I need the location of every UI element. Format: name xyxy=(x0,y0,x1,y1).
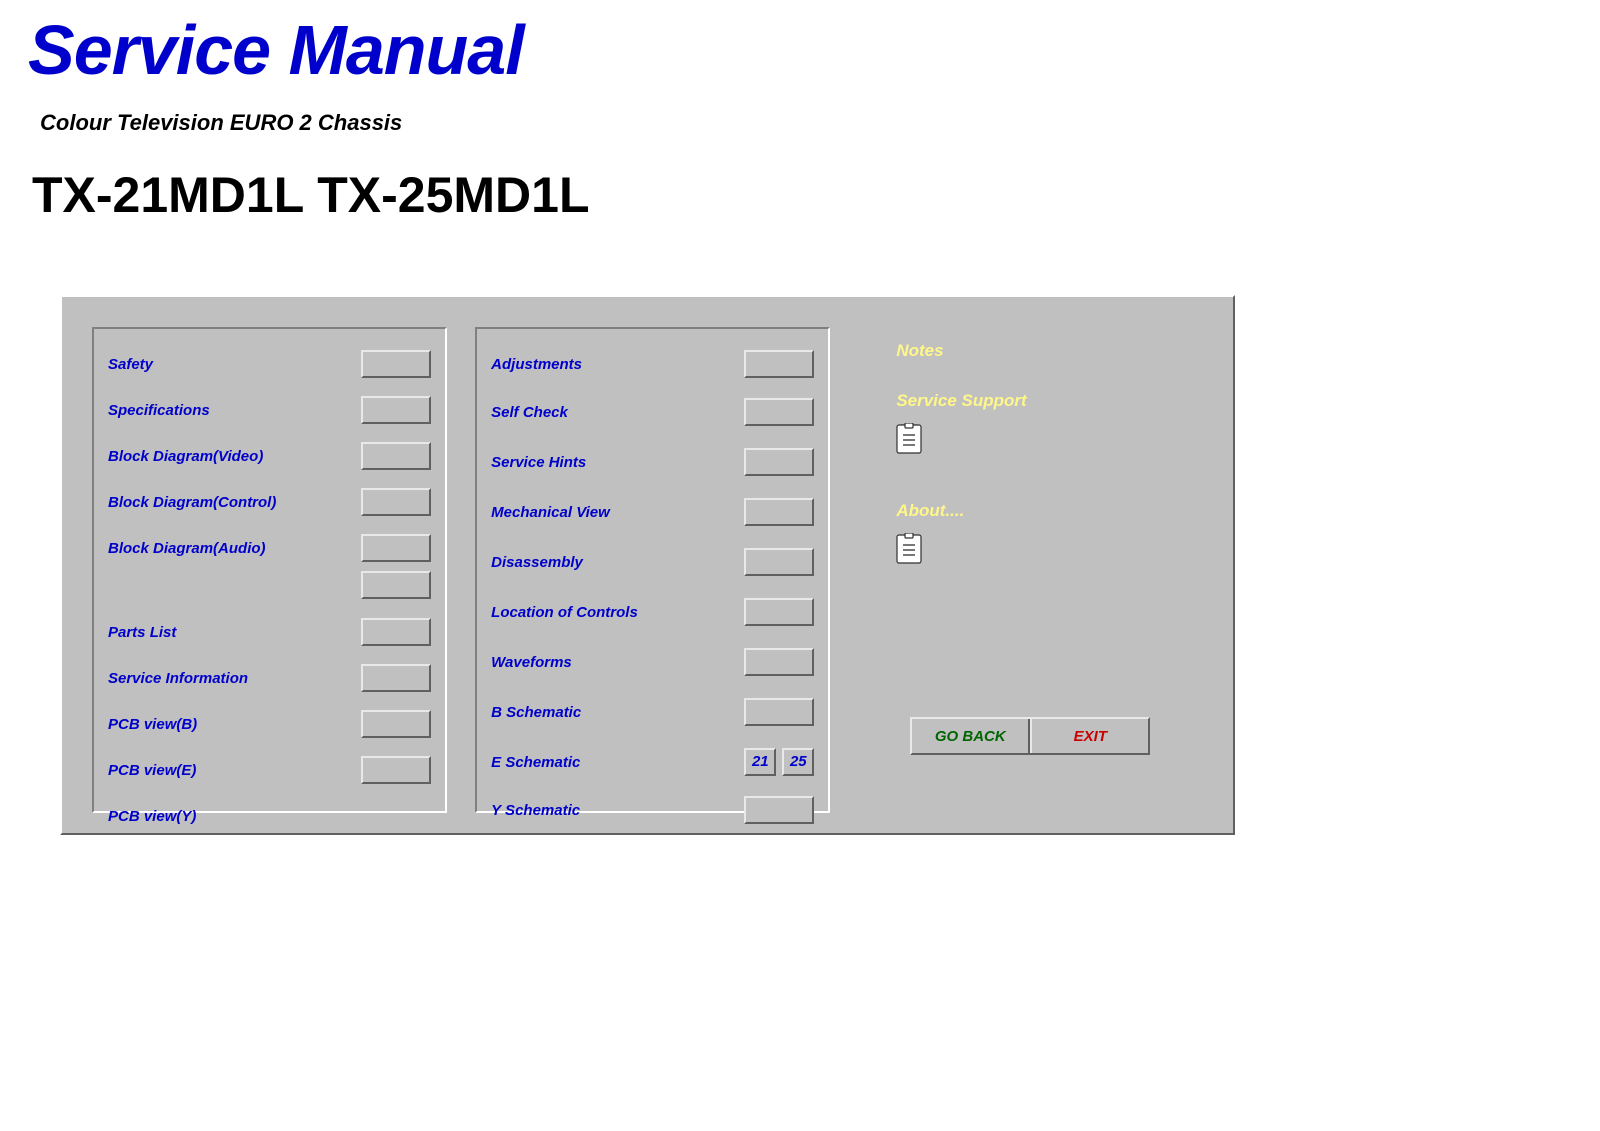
link-pcb-view-b[interactable]: PCB view(B) xyxy=(108,716,197,733)
document-icon-about[interactable] xyxy=(896,533,924,565)
link-location-of-controls[interactable]: Location of Controls xyxy=(491,604,638,621)
heading-about: About.... xyxy=(896,501,1189,521)
link-service-information[interactable]: Service Information xyxy=(108,670,248,687)
row-disassembly: Disassembly xyxy=(491,537,814,587)
page-title: Service Manual xyxy=(0,0,1600,90)
button-pcb-view-b[interactable] xyxy=(361,710,431,738)
row-mechanical-view: Mechanical View xyxy=(491,487,814,537)
link-service-hints[interactable]: Service Hints xyxy=(491,454,586,471)
link-safety[interactable]: Safety xyxy=(108,356,153,373)
row-block-diagram-audio: Block Diagram(Audio) xyxy=(108,525,431,571)
button-e-schematic-21[interactable]: 21 xyxy=(744,748,776,776)
row-adjustments: Adjustments xyxy=(491,341,814,387)
columns-container: Safety Specifications Block Diagram(Vide… xyxy=(92,327,1203,813)
link-y-schematic[interactable]: Y Schematic xyxy=(491,802,580,819)
button-parts-list[interactable] xyxy=(361,618,431,646)
row-pcb-view-b: PCB view(B) xyxy=(108,701,431,747)
model-number: TX-21MD1L TX-25MD1L xyxy=(0,136,1600,224)
link-self-check[interactable]: Self Check xyxy=(491,404,568,421)
row-waveforms: Waveforms xyxy=(491,637,814,687)
go-back-button[interactable]: GO BACK xyxy=(912,719,1028,753)
main-panel: Safety Specifications Block Diagram(Vide… xyxy=(60,295,1235,835)
row-parts-list: Parts List xyxy=(108,609,431,655)
link-mechanical-view[interactable]: Mechanical View xyxy=(491,504,610,521)
button-waveforms[interactable] xyxy=(744,648,814,676)
button-adjustments[interactable] xyxy=(744,350,814,378)
row-location-of-controls: Location of Controls xyxy=(491,587,814,637)
button-disassembly[interactable] xyxy=(744,548,814,576)
button-mechanical-view[interactable] xyxy=(744,498,814,526)
link-disassembly[interactable]: Disassembly xyxy=(491,554,583,571)
heading-service-support: Service Support xyxy=(896,391,1189,411)
link-b-schematic[interactable]: B Schematic xyxy=(491,704,581,721)
row-y-schematic: Y Schematic xyxy=(491,787,814,833)
e-schematic-buttons: 21 25 xyxy=(744,748,814,776)
button-specifications[interactable] xyxy=(361,396,431,424)
button-block-diagram-video[interactable] xyxy=(361,442,431,470)
link-waveforms[interactable]: Waveforms xyxy=(491,654,572,671)
row-e-schematic: E Schematic 21 25 xyxy=(491,737,814,787)
button-pcb-view-e[interactable] xyxy=(361,756,431,784)
row-block-diagram-video: Block Diagram(Video) xyxy=(108,433,431,479)
link-block-diagram-video[interactable]: Block Diagram(Video) xyxy=(108,448,263,465)
button-block-diagram-audio[interactable] xyxy=(361,534,431,562)
button-safety[interactable] xyxy=(361,350,431,378)
button-location-of-controls[interactable] xyxy=(744,598,814,626)
row-b-schematic: B Schematic xyxy=(491,687,814,737)
document-icon-support[interactable] xyxy=(896,423,924,455)
column-3: Notes Service Support About.... xyxy=(858,327,1203,813)
button-extra[interactable] xyxy=(361,571,431,599)
row-extra-box xyxy=(108,571,431,609)
column-1: Safety Specifications Block Diagram(Vide… xyxy=(92,327,447,813)
row-self-check: Self Check xyxy=(491,387,814,437)
button-y-schematic[interactable] xyxy=(744,796,814,824)
button-service-information[interactable] xyxy=(361,664,431,692)
link-e-schematic[interactable]: E Schematic xyxy=(491,754,580,771)
exit-button[interactable]: EXIT xyxy=(1032,719,1148,753)
row-specifications: Specifications xyxy=(108,387,431,433)
page-subtitle: Colour Television EURO 2 Chassis xyxy=(0,90,1600,136)
row-service-hints: Service Hints xyxy=(491,437,814,487)
link-specifications[interactable]: Specifications xyxy=(108,402,210,419)
link-block-diagram-audio[interactable]: Block Diagram(Audio) xyxy=(108,540,266,557)
column-2: Adjustments Self Check Service Hints Mec… xyxy=(475,327,830,813)
button-e-schematic-25[interactable]: 25 xyxy=(782,748,814,776)
button-self-check[interactable] xyxy=(744,398,814,426)
button-b-schematic[interactable] xyxy=(744,698,814,726)
row-service-information: Service Information xyxy=(108,655,431,701)
row-pcb-view-y: PCB view(Y) xyxy=(108,793,431,839)
row-safety: Safety xyxy=(108,341,431,387)
heading-notes: Notes xyxy=(896,341,1189,361)
row-pcb-view-e: PCB view(E) xyxy=(108,747,431,793)
row-block-diagram-control: Block Diagram(Control) xyxy=(108,479,431,525)
link-pcb-view-y[interactable]: PCB view(Y) xyxy=(108,808,196,825)
button-service-hints[interactable] xyxy=(744,448,814,476)
link-pcb-view-e[interactable]: PCB view(E) xyxy=(108,762,196,779)
link-parts-list[interactable]: Parts List xyxy=(108,624,176,641)
nav-button-bar: GO BACK EXIT xyxy=(910,717,1150,755)
button-block-diagram-control[interactable] xyxy=(361,488,431,516)
link-block-diagram-control[interactable]: Block Diagram(Control) xyxy=(108,494,276,511)
link-adjustments[interactable]: Adjustments xyxy=(491,356,582,373)
